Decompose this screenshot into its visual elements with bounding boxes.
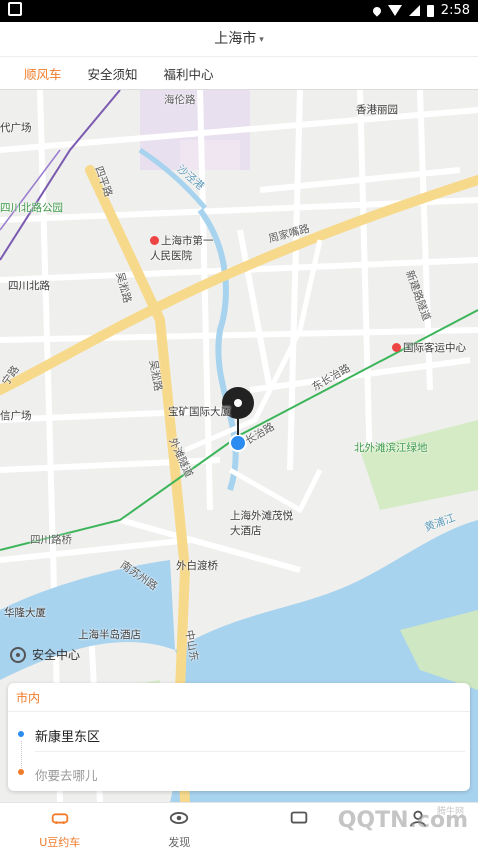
tab-safety[interactable]: 安全须知 <box>88 64 138 83</box>
map-label: 宝矿国际大厦 <box>168 404 231 419</box>
battery-icon <box>427 5 434 17</box>
status-time: 2:58 <box>441 3 470 18</box>
wifi-icon <box>388 5 402 16</box>
message-icon <box>288 807 310 829</box>
location-icon <box>371 5 382 16</box>
tab-welfare[interactable]: 福利中心 <box>164 64 214 83</box>
watermark-small: 腾牛网 <box>437 804 464 817</box>
origin-field[interactable]: 新康里东区 <box>35 726 100 745</box>
target-icon <box>10 647 26 663</box>
map-label: 四川路桥 <box>30 532 72 547</box>
hospital-label: 上海市第一人民医院 <box>150 235 214 262</box>
top-tabs: 顺风车 安全须知 福利中心 <box>0 57 478 90</box>
city-name: 上海市 <box>214 31 256 47</box>
origin-dot-icon <box>18 731 24 737</box>
map-label: 上海外滩茂悦大酒店 <box>230 508 300 538</box>
divider <box>8 711 470 712</box>
safety-center-button[interactable]: 安全中心 <box>10 646 80 663</box>
nav-label: U豆约车 <box>0 834 120 850</box>
nav-udou-car[interactable]: U豆约车 <box>0 803 120 852</box>
caret-down-icon: ▾ <box>259 35 264 45</box>
status-bar: 2:58 <box>0 0 478 22</box>
tab-shunfengche[interactable]: 顺风车 <box>24 64 62 83</box>
map-label: 国际客运中心 <box>392 340 466 355</box>
map-label: 海伦路 <box>164 92 196 107</box>
trip-card-title: 市内 <box>16 689 40 706</box>
nav-discover[interactable]: 发现 <box>120 803 240 852</box>
destination-dot-icon <box>18 769 24 775</box>
route-line <box>21 741 23 768</box>
car-icon <box>49 807 71 829</box>
destination-input[interactable]: 你要去哪儿 <box>35 765 98 784</box>
map-label: 上海半岛酒店 <box>78 627 141 642</box>
trip-card: 市内 新康里东区 你要去哪儿 <box>8 683 470 791</box>
map-label: 香港丽园 <box>356 102 398 117</box>
map-label: 代广场 <box>0 120 32 135</box>
notification-icon <box>8 2 22 16</box>
eye-icon <box>168 807 190 829</box>
map-label: 外白渡桥 <box>176 558 218 573</box>
nav-label: 发现 <box>120 834 240 850</box>
map-label: 信广场 <box>0 408 32 423</box>
city-selector[interactable]: 上海市▾ <box>0 22 478 57</box>
map-label: 华隆大厦 <box>4 605 46 620</box>
watermark: 腾牛网 QQTN.com <box>338 808 468 833</box>
map-label: 四川北路公园 <box>0 200 63 215</box>
map-label: 四川北路 <box>8 278 50 293</box>
map-label: 北外滩滨江绿地 <box>354 440 428 455</box>
divider <box>35 751 465 752</box>
passenger-center-label: 国际客运中心 <box>403 342 466 354</box>
signal-icon <box>409 5 420 16</box>
safety-center-label: 安全中心 <box>32 646 80 663</box>
map-label: 上海市第一人民医院 <box>150 233 220 263</box>
